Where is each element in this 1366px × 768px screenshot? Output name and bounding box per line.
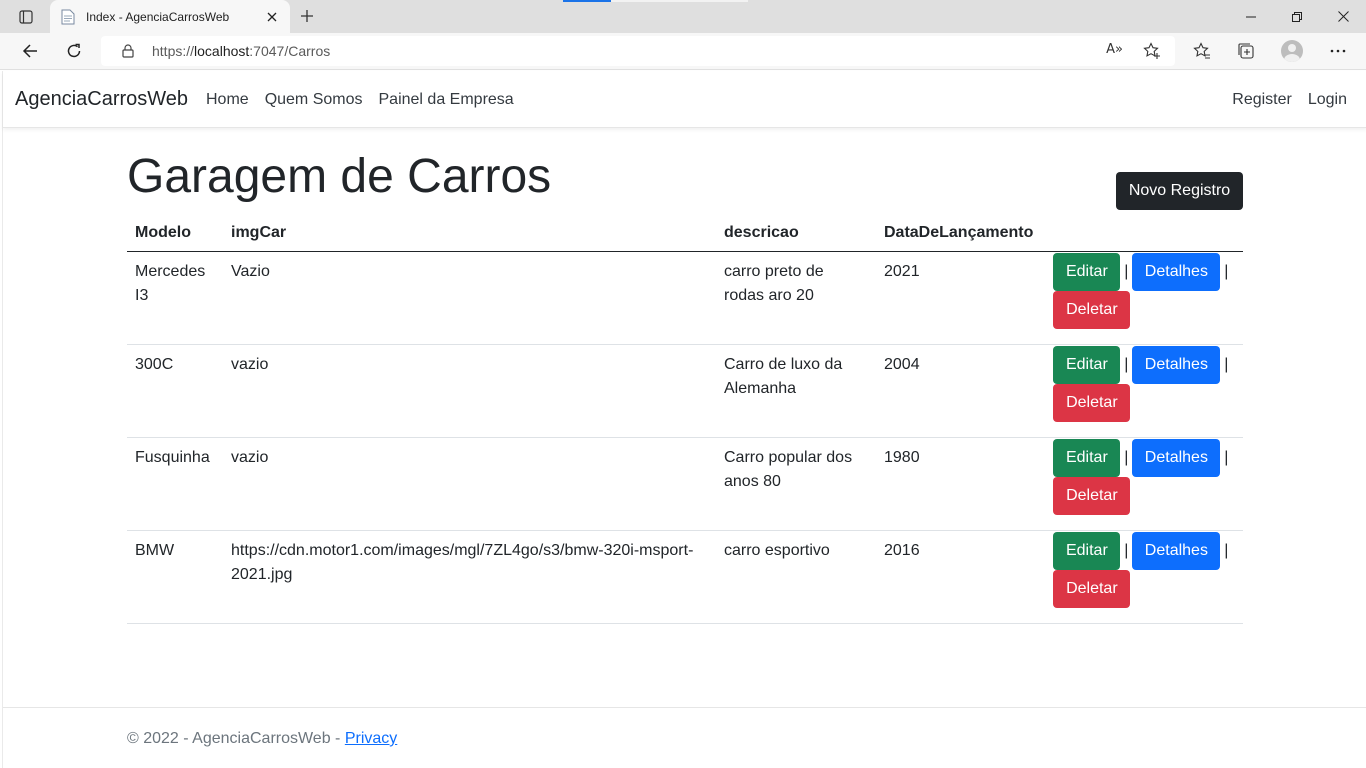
table-row: Fusquinha vazio Carro popular dos anos 8… — [127, 437, 1243, 531]
close-tab-icon[interactable] — [264, 9, 280, 25]
cell-data: 2004 — [876, 344, 1042, 438]
close-window-icon[interactable] — [1320, 0, 1366, 33]
action-separator: | — [1224, 541, 1229, 559]
restore-icon[interactable] — [1274, 0, 1320, 33]
cell-descricao: carro esportivo — [716, 530, 876, 624]
action-separator: | — [1124, 541, 1129, 559]
tab-strip-accent-light — [611, 0, 748, 2]
cell-modelo: Mercedes I3 — [127, 251, 223, 345]
table-row: 300C vazio Carro de luxo da Alemanha 200… — [127, 344, 1243, 438]
collections-icon[interactable] — [1231, 37, 1261, 65]
site-footer: © 2022 - AgenciaCarrosWeb - Privacy — [3, 707, 1366, 768]
details-button[interactable]: Detalhes — [1132, 345, 1221, 384]
cell-actions: Editar | Detalhes | Deletar — [1041, 437, 1243, 531]
site-brand[interactable]: AgenciaCarrosWeb — [15, 88, 188, 111]
browser-toolbar: https://localhost:7047/Carros A» — [0, 33, 1366, 70]
address-bar[interactable]: https://localhost:7047/Carros A» — [101, 36, 1175, 66]
cars-table: Modelo imgCar descricao DataDeLançamento… — [127, 215, 1243, 624]
details-button[interactable]: Detalhes — [1132, 531, 1221, 570]
favorites-icon[interactable] — [1187, 37, 1217, 65]
more-menu-icon[interactable] — [1323, 37, 1353, 65]
tab-actions-icon[interactable] — [12, 7, 40, 27]
footer-text: © 2022 - AgenciaCarrosWeb - Privacy — [127, 730, 397, 748]
cell-modelo: 300C — [127, 344, 223, 438]
page-title: Garagem de Carros — [127, 150, 552, 203]
cell-data: 2021 — [876, 251, 1042, 345]
back-icon[interactable] — [15, 37, 45, 65]
minimize-icon[interactable] — [1228, 0, 1274, 33]
cell-modelo: BMW — [127, 530, 223, 624]
cell-data: 1980 — [876, 437, 1042, 531]
cell-data: 2016 — [876, 530, 1042, 624]
nav-link-home[interactable]: Home — [206, 91, 249, 109]
delete-button[interactable]: Deletar — [1053, 290, 1131, 329]
header-data-lancamento: DataDeLançamento — [876, 215, 1042, 252]
footer-copyright: © 2022 - AgenciaCarrosWeb - — [127, 730, 345, 747]
refresh-icon[interactable] — [59, 37, 89, 65]
privacy-link[interactable]: Privacy — [345, 730, 397, 747]
cell-imgcar: Vazio — [223, 251, 716, 345]
action-separator: | — [1124, 448, 1129, 466]
nav-links: Home Quem Somos Painel da Empresa — [206, 91, 514, 109]
header-imgcar: imgCar — [223, 215, 716, 252]
cell-imgcar: https://cdn.motor1.com/images/mgl/7ZL4go… — [223, 530, 716, 624]
action-separator: | — [1124, 355, 1129, 373]
cell-descricao: Carro popular dos anos 80 — [716, 437, 876, 531]
header-actions — [1041, 215, 1243, 252]
action-separator: | — [1224, 355, 1229, 373]
read-aloud-icon[interactable]: A» — [1106, 42, 1123, 57]
action-separator: | — [1224, 448, 1229, 466]
table-header-row: Modelo imgCar descricao DataDeLançamento — [127, 215, 1243, 252]
new-record-button[interactable]: Novo Registro — [1116, 172, 1243, 210]
site-navbar: AgenciaCarrosWeb Home Quem Somos Painel … — [3, 71, 1366, 128]
new-tab-icon[interactable] — [296, 5, 318, 27]
cell-actions: Editar | Detalhes | Deletar — [1041, 530, 1243, 624]
action-separator: | — [1124, 262, 1129, 280]
browser-tab-strip: Index - AgenciaCarrosWeb — [0, 0, 1366, 33]
cell-descricao: Carro de luxo da Alemanha — [716, 344, 876, 438]
header-descricao: descricao — [716, 215, 876, 252]
cell-modelo: Fusquinha — [127, 437, 223, 531]
delete-button[interactable]: Deletar — [1053, 476, 1131, 515]
table-row: BMW https://cdn.motor1.com/images/mgl/7Z… — [127, 530, 1243, 624]
delete-button[interactable]: Deletar — [1053, 383, 1131, 422]
cell-descricao: carro preto de rodas aro 20 — [716, 251, 876, 345]
delete-button[interactable]: Deletar — [1053, 569, 1131, 608]
cell-actions: Editar | Detalhes | Deletar — [1041, 251, 1243, 345]
cell-imgcar: vazio — [223, 437, 716, 531]
nav-link-painel[interactable]: Painel da Empresa — [379, 91, 514, 109]
browser-tab[interactable]: Index - AgenciaCarrosWeb — [50, 0, 290, 33]
details-button[interactable]: Detalhes — [1132, 438, 1221, 477]
nav-link-quem-somos[interactable]: Quem Somos — [265, 91, 363, 109]
page-viewport: AgenciaCarrosWeb Home Quem Somos Painel … — [2, 71, 1366, 768]
nav-auth-links: Register Login — [1232, 91, 1347, 109]
url-text: https://localhost:7047/Carros — [152, 43, 331, 59]
window-controls — [1228, 0, 1366, 33]
cell-actions: Editar | Detalhes | Deletar — [1041, 344, 1243, 438]
edit-button[interactable]: Editar — [1053, 531, 1121, 570]
favorite-add-icon[interactable] — [1143, 42, 1161, 60]
tab-strip-accent — [563, 0, 611, 2]
header-modelo: Modelo — [127, 215, 223, 252]
tab-title: Index - AgenciaCarrosWeb — [86, 9, 230, 24]
lock-icon[interactable] — [120, 43, 136, 59]
edit-button[interactable]: Editar — [1053, 252, 1121, 291]
nav-link-login[interactable]: Login — [1308, 91, 1347, 109]
profile-avatar[interactable] — [1281, 40, 1303, 62]
details-button[interactable]: Detalhes — [1132, 252, 1221, 291]
edit-button[interactable]: Editar — [1053, 438, 1121, 477]
page-favicon-icon — [60, 9, 76, 25]
cell-imgcar: vazio — [223, 344, 716, 438]
table-row: Mercedes I3 Vazio carro preto de rodas a… — [127, 251, 1243, 345]
edit-button[interactable]: Editar — [1053, 345, 1121, 384]
nav-link-register[interactable]: Register — [1232, 91, 1292, 109]
action-separator: | — [1224, 262, 1229, 280]
